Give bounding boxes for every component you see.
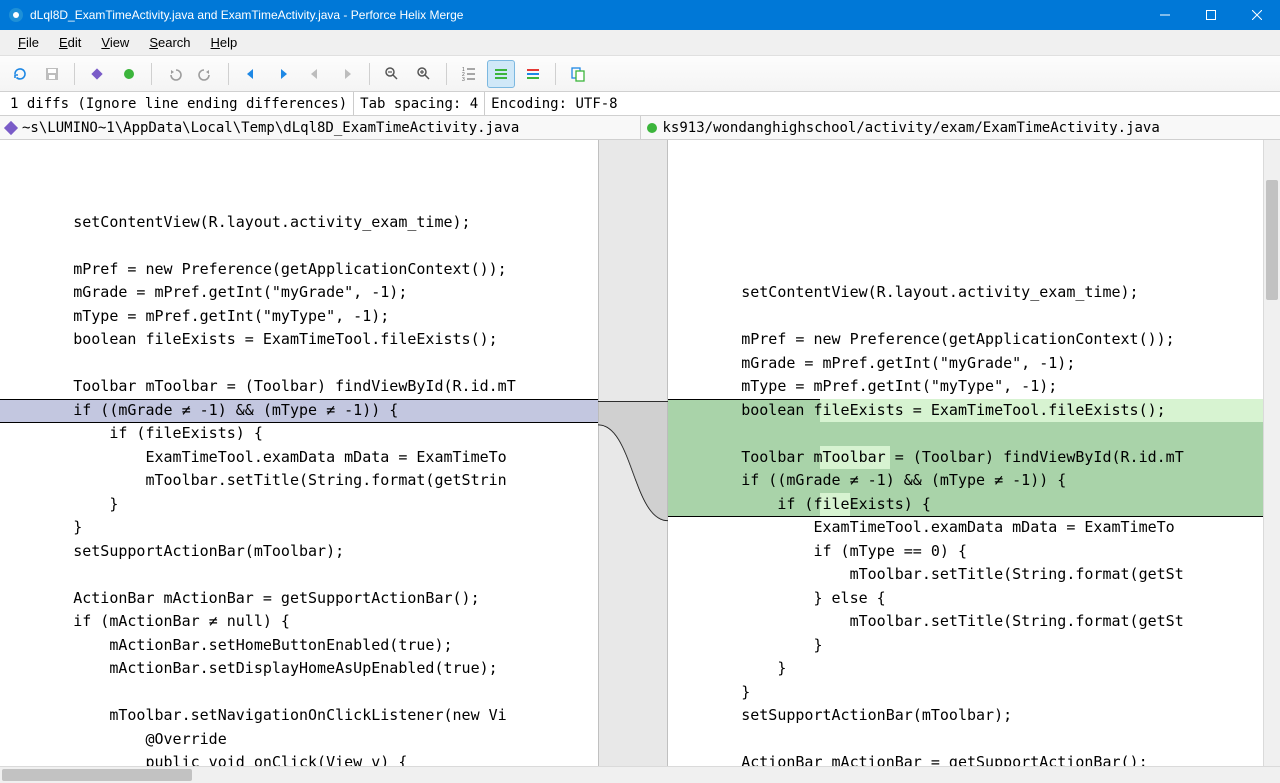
- copy-icon[interactable]: [564, 60, 592, 88]
- diamond-icon[interactable]: [83, 60, 111, 88]
- code-line[interactable]: setSupportActionBar(mToolbar);: [10, 540, 598, 564]
- minimize-button[interactable]: [1142, 0, 1188, 30]
- diamond-icon: [4, 120, 18, 134]
- prev-grey-icon[interactable]: [301, 60, 329, 88]
- vertical-scrollbar[interactable]: [1263, 140, 1280, 766]
- code-line[interactable]: mType = mPref.getInt("myType", -1);: [10, 305, 598, 329]
- code-line[interactable]: [678, 728, 1263, 752]
- code-line[interactable]: mPref = new Preference(getApplicationCon…: [678, 328, 1263, 352]
- status-diffs: 1 diffs (Ignore line ending differences): [4, 92, 354, 115]
- code-line[interactable]: if ((mGrade ≠ -1) && (mType ≠ -1)) {: [678, 469, 1263, 493]
- inline-diff-icon[interactable]: [487, 60, 515, 88]
- code-line[interactable]: }: [678, 657, 1263, 681]
- toolbar: 123: [0, 56, 1280, 92]
- refresh-icon[interactable]: [6, 60, 34, 88]
- menu-help[interactable]: Help: [201, 35, 248, 50]
- left-file-path: ~s\LUMINO~1\AppData\Local\Temp\dLql8D_Ex…: [22, 120, 519, 136]
- code-line[interactable]: ExamTimeTool.examData mData = ExamTimeTo: [10, 446, 598, 470]
- maximize-button[interactable]: [1188, 0, 1234, 30]
- code-line[interactable]: mToolbar.setNavigationOnClickListener(ne…: [10, 704, 598, 728]
- code-line[interactable]: [10, 352, 598, 376]
- code-line[interactable]: mType = mPref.getInt("myType", -1);: [678, 375, 1263, 399]
- save-icon[interactable]: [38, 60, 66, 88]
- code-line[interactable]: ExamTimeTool.examData mData = ExamTimeTo: [678, 516, 1263, 540]
- right-pane[interactable]: setContentView(R.layout.activity_exam_ti…: [668, 140, 1263, 766]
- titlebar: dLql8D_ExamTimeActivity.java and ExamTim…: [0, 0, 1280, 30]
- status-tab: Tab spacing: 4: [354, 92, 485, 115]
- undo-icon[interactable]: [160, 60, 188, 88]
- code-line[interactable]: ActionBar mActionBar = getSupportActionB…: [678, 751, 1263, 766]
- code-line[interactable]: mGrade = mPref.getInt("myGrade", -1);: [10, 281, 598, 305]
- redo-icon[interactable]: [192, 60, 220, 88]
- left-file-header[interactable]: ~s\LUMINO~1\AppData\Local\Temp\dLql8D_Ex…: [0, 116, 641, 139]
- code-line[interactable]: boolean fileExists = ExamTimeTool.fileEx…: [10, 328, 598, 352]
- code-line[interactable]: [10, 563, 598, 587]
- code-line[interactable]: public void onClick(View v) {: [10, 751, 598, 766]
- code-line[interactable]: if (mActionBar ≠ null) {: [10, 610, 598, 634]
- status-encoding: Encoding: UTF-8: [485, 92, 623, 115]
- app-icon: [8, 7, 24, 23]
- code-line[interactable]: ActionBar mActionBar = getSupportActionB…: [10, 587, 598, 611]
- right-file-header[interactable]: ks913/wondanghighschool/activity/exam/Ex…: [641, 116, 1280, 139]
- window-controls: [1142, 0, 1280, 30]
- code-line[interactable]: if (mType == 0) {: [678, 540, 1263, 564]
- menu-search[interactable]: Search: [139, 35, 200, 50]
- linenumbers-icon[interactable]: 123: [455, 60, 483, 88]
- prev-diff-icon[interactable]: [237, 60, 265, 88]
- code-line[interactable]: mActionBar.setHomeButtonEnabled(true);: [10, 634, 598, 658]
- diff-view: setContentView(R.layout.activity_exam_ti…: [0, 140, 1280, 766]
- code-line[interactable]: setSupportActionBar(mToolbar);: [678, 704, 1263, 728]
- code-line[interactable]: } else {: [678, 587, 1263, 611]
- code-line[interactable]: mToolbar.setTitle(String.format(getSt: [678, 563, 1263, 587]
- menu-view[interactable]: View: [91, 35, 139, 50]
- code-line[interactable]: mActionBar.setDisplayHomeAsUpEnabled(tru…: [10, 657, 598, 681]
- code-line[interactable]: [10, 681, 598, 705]
- code-line[interactable]: setContentView(R.layout.activity_exam_ti…: [678, 281, 1263, 305]
- menubar: File Edit View Search Help: [0, 30, 1280, 56]
- code-line[interactable]: }: [678, 681, 1263, 705]
- left-pane[interactable]: setContentView(R.layout.activity_exam_ti…: [0, 140, 598, 766]
- code-line[interactable]: mToolbar.setTitle(String.format(getStrin: [10, 469, 598, 493]
- code-line[interactable]: mPref = new Preference(getApplicationCon…: [10, 258, 598, 282]
- code-line[interactable]: [10, 234, 598, 258]
- code-line[interactable]: }: [10, 493, 598, 517]
- code-line[interactable]: }: [678, 634, 1263, 658]
- color-diff-icon[interactable]: [519, 60, 547, 88]
- window-title: dLql8D_ExamTimeActivity.java and ExamTim…: [30, 8, 1142, 22]
- code-line[interactable]: if (fileExists) {: [678, 493, 1263, 517]
- code-line[interactable]: [678, 422, 1263, 446]
- code-line[interactable]: @Override: [10, 728, 598, 752]
- close-button[interactable]: [1234, 0, 1280, 30]
- code-line[interactable]: if ((mGrade ≠ -1) && (mType ≠ -1)) {: [10, 399, 598, 423]
- menu-file[interactable]: File: [8, 35, 49, 50]
- zoom-out-icon[interactable]: [378, 60, 406, 88]
- code-line[interactable]: setContentView(R.layout.activity_exam_ti…: [10, 211, 598, 235]
- code-line[interactable]: [678, 305, 1263, 329]
- dot-icon: [647, 123, 657, 133]
- code-line[interactable]: Toolbar mToolbar = (Toolbar) findViewByI…: [10, 375, 598, 399]
- code-line[interactable]: Toolbar mToolbar = (Toolbar) findViewByI…: [678, 446, 1263, 470]
- right-file-path: ks913/wondanghighschool/activity/exam/Ex…: [663, 120, 1160, 136]
- status-row: 1 diffs (Ignore line ending differences)…: [0, 92, 1280, 116]
- code-line[interactable]: mToolbar.setTitle(String.format(getSt: [678, 610, 1263, 634]
- file-header-row: ~s\LUMINO~1\AppData\Local\Temp\dLql8D_Ex…: [0, 116, 1280, 140]
- svg-text:3: 3: [462, 77, 465, 82]
- next-grey-icon[interactable]: [333, 60, 361, 88]
- center-gutter: [598, 140, 668, 766]
- zoom-in-icon[interactable]: [410, 60, 438, 88]
- code-line[interactable]: }: [10, 516, 598, 540]
- next-diff-icon[interactable]: [269, 60, 297, 88]
- dot-icon[interactable]: [115, 60, 143, 88]
- code-line[interactable]: mGrade = mPref.getInt("myGrade", -1);: [678, 352, 1263, 376]
- horizontal-scrollbar[interactable]: [0, 766, 1280, 783]
- menu-edit[interactable]: Edit: [49, 35, 91, 50]
- code-line[interactable]: boolean fileExists = ExamTimeTool.fileEx…: [678, 399, 1263, 423]
- code-line[interactable]: if (fileExists) {: [10, 422, 598, 446]
